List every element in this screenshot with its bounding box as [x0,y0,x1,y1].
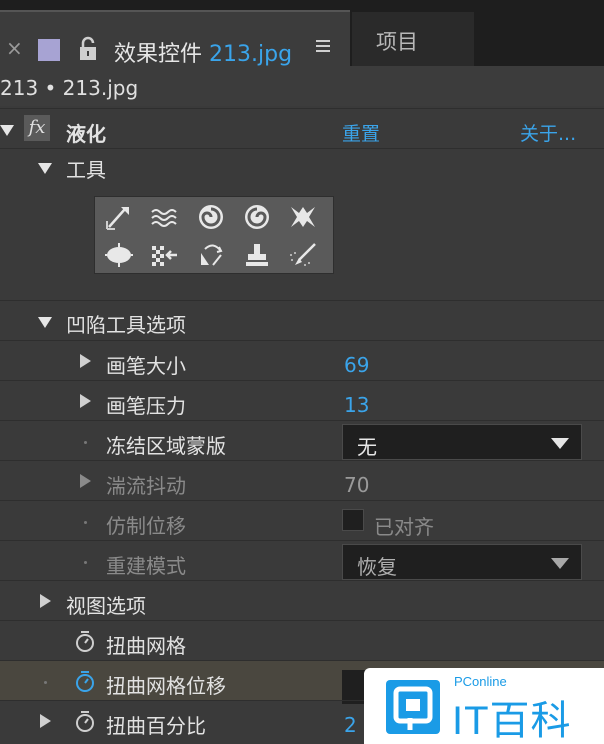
pconline-watermark: PConline IT百科 [364,668,604,744]
tab-title-file: 213.jpg [209,42,293,67]
about-link[interactable]: 关于... [520,119,576,146]
tab-project[interactable]: 项目 [352,12,474,66]
aligned-checkbox-label: 已对齐 [374,515,434,539]
tab-title-text: 效果控件 [114,42,203,67]
freeze-area-mask-dropdown[interactable]: 无 [342,424,582,460]
twirl-clockwise-icon[interactable] [189,199,233,235]
brush-pressure-value[interactable]: 13 [344,393,369,417]
row-dot [84,561,87,564]
warp-tool-options-label: 凹陷工具选项 [66,313,186,337]
breadcrumb: 213 • 213.jpg [0,66,604,106]
collapse-triangle-icon[interactable] [38,163,52,174]
collapse-triangle-icon[interactable] [0,125,14,136]
turbulent-jitter-label: 湍流抖动 [106,474,186,498]
expand-triangle-icon[interactable] [40,714,51,728]
stopwatch-icon[interactable] [74,669,96,693]
distortion-percentage-label: 扭曲百分比 [106,714,206,738]
brush-pressure-row[interactable]: 画笔压力 13 [0,380,604,420]
tab-bar: × 效果控件 213.jpg 项目 [0,0,604,68]
expand-triangle-icon[interactable] [40,594,51,608]
reconstruction-mode-dropdown[interactable]: 恢复 [342,544,582,580]
label-color-swatch[interactable] [38,39,60,61]
distortion-mesh-row: 扭曲网格 [0,620,604,660]
breadcrumb-text: 213 • 213.jpg [0,76,139,100]
pconline-logo-icon [386,680,440,734]
turbulent-jitter-value: 70 [344,473,370,497]
turbulence-icon[interactable] [143,199,187,235]
warp-tool-options-row[interactable]: 凹陷工具选项 [0,300,604,340]
dropdown-arrow-icon [551,438,569,449]
distortion-mesh-offset-label: 扭曲网格位移 [106,674,226,698]
reset-link[interactable]: 重置 [342,119,380,146]
bloat-icon[interactable] [97,237,141,273]
watermark-small-text: PConline [454,674,507,689]
tools-group-label: 工具 [66,158,106,182]
panel-menu-icon[interactable] [316,40,330,54]
reconstruction-mode-label: 重建模式 [106,554,186,578]
effect-header-row[interactable]: fx 液化 重置 关于... [0,108,604,148]
dropdown-arrow-icon [551,558,569,569]
effect-name: 液化 [66,122,106,146]
turbulent-jitter-row: 湍流抖动 70 [0,460,604,500]
shift-pixels-icon[interactable] [143,237,187,273]
tab-project-label: 项目 [376,30,418,54]
expand-triangle-icon[interactable] [80,354,91,368]
tab-title: 效果控件 213.jpg [114,36,292,68]
brush-pressure-label: 画笔压力 [106,394,186,418]
row-dot [44,681,47,684]
row-dot [84,521,87,524]
freeze-area-mask-label: 冻结区域蒙版 [106,434,226,458]
reconstruction-icon[interactable] [281,237,325,273]
view-options-row[interactable]: 视图选项 [0,580,604,620]
freeze-area-mask-row: 冻结区域蒙版 无 [0,420,604,460]
clone-offset-row: 仿制位移 已对齐 [0,500,604,540]
clone-stamp-icon[interactable] [235,237,279,273]
freeze-area-mask-value: 无 [357,435,377,459]
pucker-icon[interactable] [281,199,325,235]
reconstruction-mode-row: 重建模式 恢复 [0,540,604,580]
reconstruction-mode-value: 恢复 [357,555,397,579]
expand-triangle-icon[interactable] [80,394,91,408]
fx-icon[interactable]: fx [24,115,50,141]
stopwatch-icon[interactable] [74,629,96,653]
distortion-percentage-value[interactable]: 2 [344,713,357,737]
reflection-icon[interactable] [189,237,233,273]
warp-icon[interactable] [97,199,141,235]
liquify-tool-palette [94,196,334,274]
twirl-counterclockwise-icon[interactable] [235,199,279,235]
tab-effect-controls[interactable]: × 效果控件 213.jpg [0,10,350,68]
lock-icon[interactable] [78,36,98,62]
expand-triangle-icon [80,474,91,488]
view-options-label: 视图选项 [66,594,146,618]
close-icon[interactable]: × [6,38,23,58]
brush-size-label: 画笔大小 [106,354,186,378]
stopwatch-icon[interactable] [74,709,96,733]
aligned-checkbox[interactable] [342,509,364,531]
brush-size-row[interactable]: 画笔大小 69 [0,340,604,380]
brush-size-value[interactable]: 69 [344,353,369,377]
collapse-triangle-icon[interactable] [38,317,52,328]
row-dot [84,441,87,444]
watermark-main-text: IT百科 [452,699,572,743]
clone-offset-label: 仿制位移 [106,514,186,538]
distortion-mesh-label: 扭曲网格 [106,634,186,658]
